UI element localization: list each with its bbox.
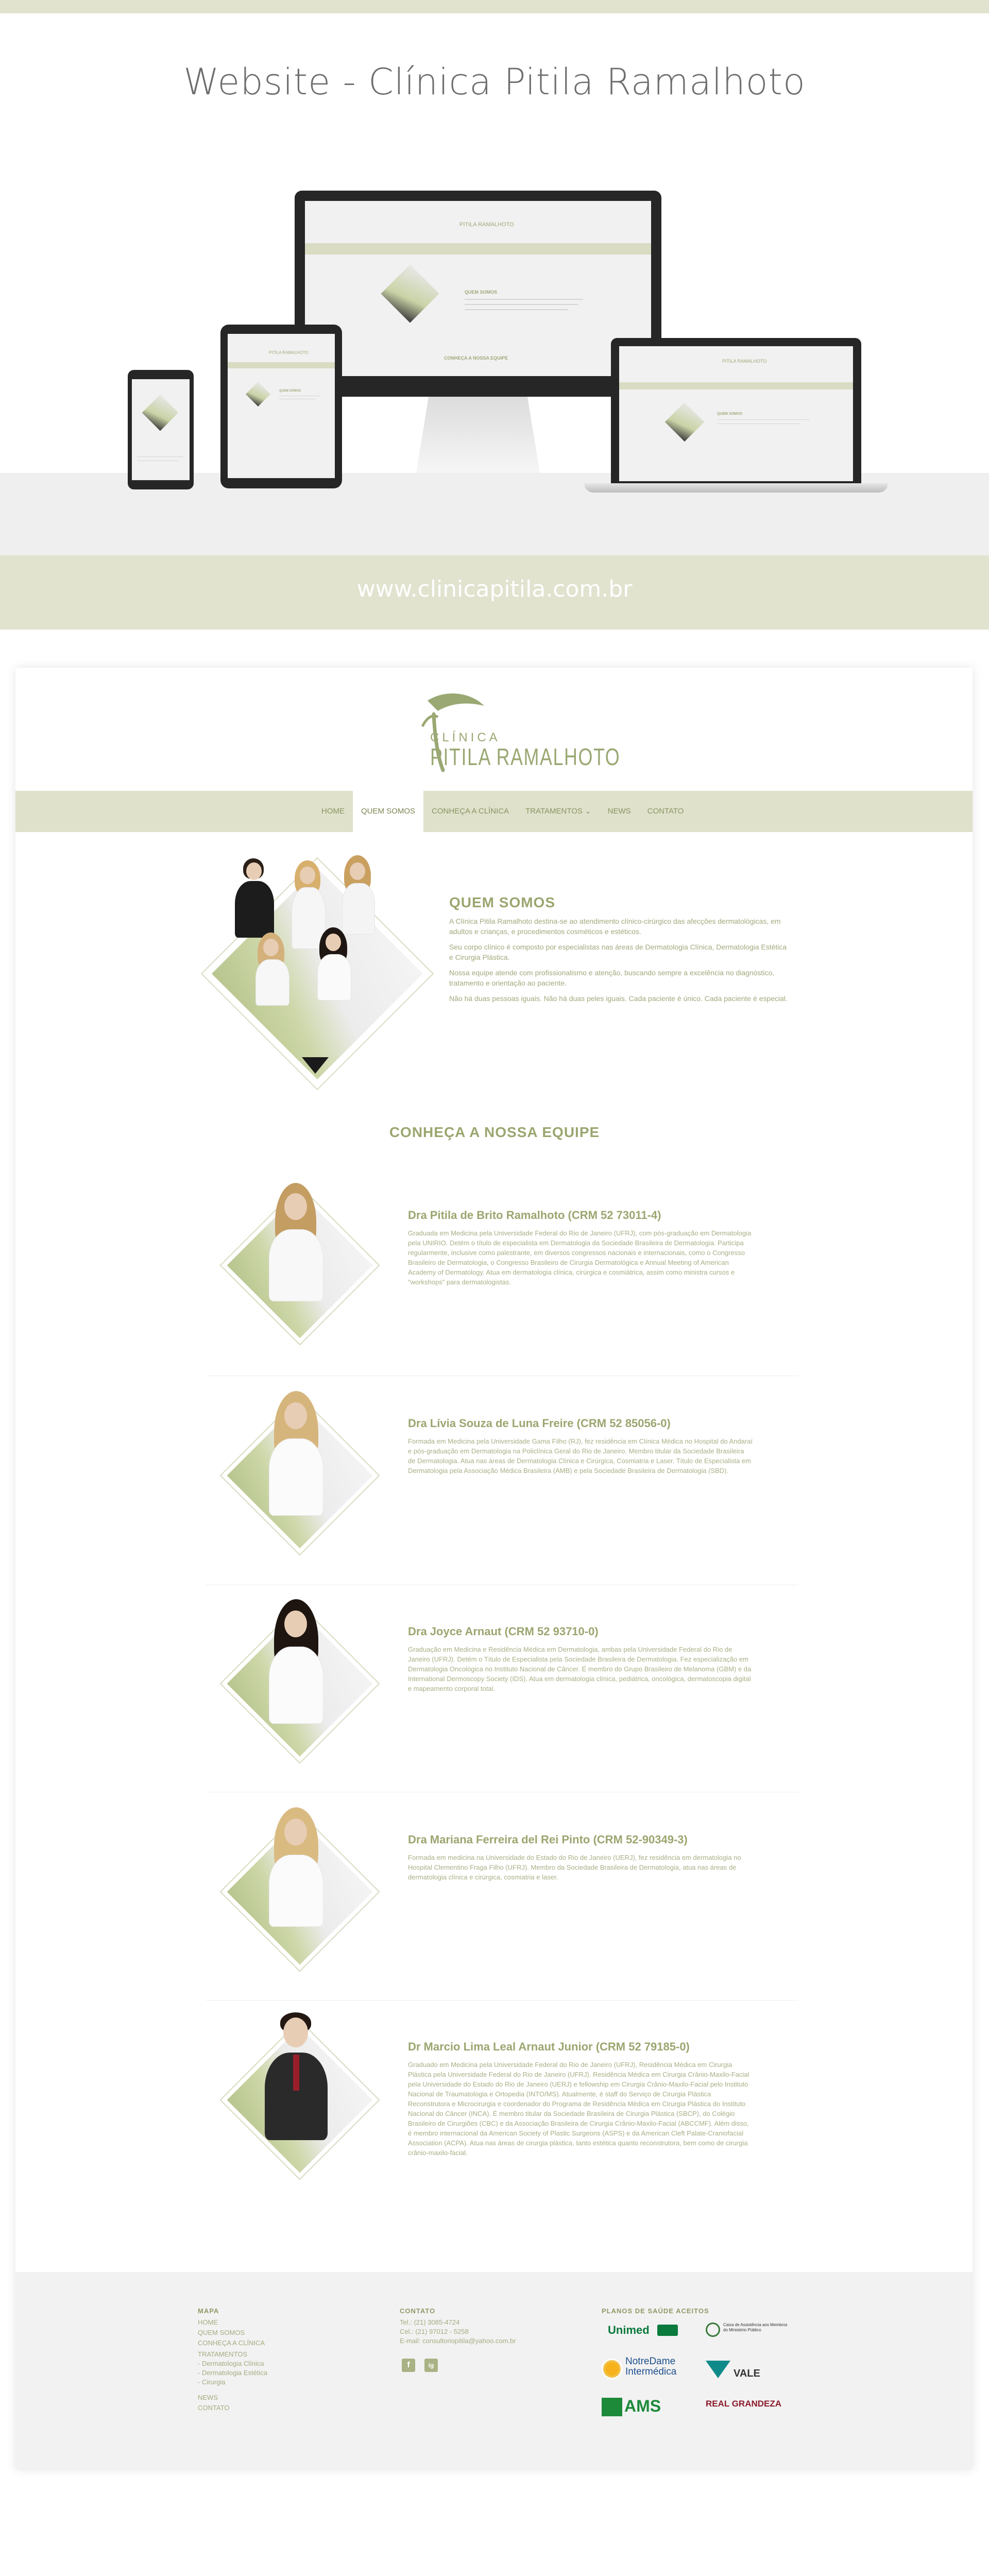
laptop-mockup: PITILA RAMALHOTO QUEM SOMOS — [611, 338, 861, 485]
logo-name: PITILA RAMALHOTO — [430, 743, 621, 770]
footer-link[interactable]: CONTATO — [198, 2404, 229, 2412]
tablet-nav — [228, 362, 335, 368]
plan-logo-notredame: NotreDame Intermédica — [625, 2356, 677, 2377]
plan-logo-real-grandeza: REAL GRANDEZA — [706, 2399, 782, 2409]
member-bio: Formada em Medicina pela Universidade Ga… — [408, 1437, 753, 1475]
member-name: Dr Marcio Lima Leal Arnaut Junior (CRM 5… — [408, 2040, 690, 2053]
about-paragraph: Não há duas pessoas iguais. Não há duas … — [449, 994, 788, 1003]
website-url[interactable]: www.clinicapitila.com.br — [0, 576, 989, 602]
desktop-about-label: QUEM SOMOS — [465, 290, 498, 295]
laptop-base — [584, 483, 888, 493]
nav-contato[interactable]: CONTATO — [639, 791, 692, 832]
plan-logo-vale: VALE — [734, 2368, 760, 2379]
desktop-text-line — [465, 299, 583, 300]
plan-logo-ams-mark — [602, 2398, 622, 2416]
footer-link[interactable]: - Dermatologia Estética — [198, 2369, 267, 2377]
footer-link[interactable]: CONHEÇA A CLÍNICA — [198, 2339, 265, 2347]
footer-link[interactable]: - Dermatologia Clínica — [198, 2360, 264, 2367]
footer-mobile: Cel.: (21) 97012 - 5258 — [400, 2328, 469, 2335]
plan-logo-caixa-mark — [706, 2323, 720, 2337]
footer-map-title: MAPA — [198, 2307, 219, 2315]
member-photo — [208, 1381, 394, 1577]
footer-link[interactable]: NEWS — [198, 2394, 218, 2401]
footer-plans-title: PLANOS DE SAÚDE ACEITOS — [602, 2307, 709, 2315]
tablet-screen: PITILA RAMALHOTO QUEM SOMOS — [228, 334, 335, 478]
footer-link[interactable]: TRATAMENTOS — [198, 2350, 247, 2358]
tablet-mockup: PITILA RAMALHOTO QUEM SOMOS — [220, 325, 342, 488]
member-bio: Graduação em Medicina e Residência Médic… — [408, 1646, 752, 1692]
footer — [15, 2272, 973, 2470]
member-name: Dra Mariana Ferreira del Rei Pinto (CRM … — [408, 1833, 688, 1846]
nav-conheca-clinica[interactable]: CONHEÇA A CLÍNICA — [423, 791, 517, 832]
footer-email[interactable]: E-mail: consultoriopitila@yahoo.com.br — [400, 2337, 516, 2345]
laptop-text-line — [717, 419, 810, 420]
member-name: Dra Pitila de Brito Ramalhoto (CRM 52 73… — [408, 1209, 661, 1222]
member-name: Dra Joyce Arnaut (CRM 52 93710-0) — [408, 1625, 599, 1638]
footer-link[interactable]: HOME — [198, 2318, 218, 2326]
desktop-text-line — [465, 304, 578, 305]
tablet-photo — [245, 381, 271, 407]
member-photo — [208, 2005, 394, 2201]
phone-screen — [132, 379, 190, 480]
tablet-logo: PITILA RAMALHOTO — [269, 350, 309, 355]
team-divider — [206, 2000, 798, 2001]
laptop-logo: PITILA RAMALHOTO — [722, 359, 767, 364]
footer-contact-title: CONTATO — [400, 2307, 436, 2315]
about-group-photo — [199, 855, 434, 1092]
nav-home[interactable]: HOME — [313, 791, 353, 832]
desktop-nav — [305, 243, 651, 255]
plan-logo-unimed-mark — [657, 2325, 678, 2336]
about-paragraph: A Clínica Pitila Ramalhoto destina-se ao… — [449, 917, 781, 936]
laptop-about-label: QUEM SOMOS — [717, 412, 743, 416]
about-title: QUEM SOMOS — [449, 894, 556, 910]
member-photo — [208, 1589, 394, 1785]
about-paragraph: Nossa equipe atende com profissionalismo… — [449, 969, 775, 987]
laptop-nav — [619, 382, 853, 389]
laptop-photo — [664, 402, 705, 442]
member-photo — [208, 1797, 394, 1993]
about-accent-triangle — [302, 1057, 329, 1074]
plan-logo-caixa: Caixa de Assistência aos Membros do Mini… — [723, 2323, 788, 2332]
top-stripe — [0, 0, 989, 13]
desktop-mockup: PITILA RAMALHOTO QUEM SOMOS CONHEÇA A NO… — [295, 191, 661, 397]
plan-logo-vale-mark — [706, 2361, 730, 2378]
desktop-team-label: CONHEÇA A NOSSA EQUIPE — [444, 355, 508, 361]
tie — [293, 2055, 299, 2091]
nav-quem-somos[interactable]: QUEM SOMOS — [353, 791, 424, 832]
footer-link[interactable]: - Cirurgia — [198, 2378, 225, 2386]
site-card — [15, 668, 973, 2470]
footer-phone: Tel.: (21) 3085-4724 — [400, 2318, 460, 2326]
laptop-screen: PITILA RAMALHOTO QUEM SOMOS — [619, 346, 853, 481]
desktop-screen: PITILA RAMALHOTO QUEM SOMOS CONHEÇA A NO… — [305, 201, 651, 376]
nav-items: HOME QUEM SOMOS CONHEÇA A CLÍNICA TRATAM… — [313, 791, 692, 832]
phone-mockup — [128, 370, 194, 489]
facebook-icon[interactable]: f — [402, 2359, 415, 2372]
team-title: CONHEÇA A NOSSA EQUIPE — [389, 1124, 600, 1140]
member-photo — [208, 1171, 394, 1366]
laptop-text-line — [717, 423, 799, 424]
nav-news[interactable]: NEWS — [600, 791, 639, 832]
phone-text-line — [137, 456, 183, 457]
plan-logo-notredame-mark — [602, 2359, 622, 2379]
desktop-photo — [381, 264, 439, 323]
phone-photo — [142, 394, 179, 431]
plan-logo-unimed: Unimed — [608, 2324, 650, 2336]
desktop-logo: PITILA RAMALHOTO — [459, 222, 514, 228]
desktop-text-line — [465, 309, 568, 310]
presentation-title: Website - Clínica Pitila Ramalhoto — [183, 61, 806, 103]
tablet-about-label: QUEM SOMOS — [279, 389, 301, 393]
desktop-stand — [416, 397, 540, 473]
footer-link[interactable]: QUEM SOMOS — [198, 2329, 245, 2336]
member-name: Dra Lívia Souza de Luna Freire (CRM 52 8… — [408, 1417, 671, 1430]
instagram-icon[interactable]: ig — [424, 2359, 438, 2372]
plan-logo-ams: AMS — [624, 2397, 661, 2415]
nav-tratamentos[interactable]: TRATAMENTOS ⌄ — [517, 791, 600, 832]
member-bio: Formada em medicina na Universidade do E… — [408, 1854, 741, 1881]
about-paragraph: Seu corpo clínico é composto por especia… — [449, 943, 787, 961]
member-bio: Graduado em Medicina pela Universidade F… — [408, 2061, 749, 2157]
member-bio: Graduada em Medicina pela Universidade F… — [408, 1229, 752, 1286]
